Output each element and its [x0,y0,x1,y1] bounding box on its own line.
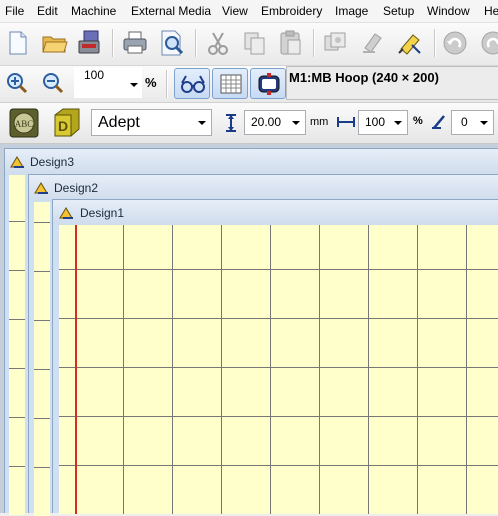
print-icon[interactable] [121,30,149,56]
menu-edit[interactable]: Edit [37,4,58,18]
select-icon[interactable] [396,29,424,57]
size-combo[interactable]: 20.00 [244,110,306,135]
design2-titlebar[interactable]: Design2 [29,175,498,201]
menu-external-media[interactable]: External Media [131,4,211,18]
font-select[interactable]: Adept [91,109,212,136]
hoop-edge-line [75,225,77,514]
menu-machine[interactable]: Machine [71,4,116,18]
monogram-icon[interactable]: ABC [9,108,39,138]
size-value: 20.00 [251,115,282,129]
design-doc-icon [59,207,73,219]
menu-file[interactable]: File [5,4,24,18]
zoom-unit: % [145,75,157,90]
menu-view[interactable]: View [222,4,248,18]
zoom-out-icon[interactable] [41,71,65,95]
grid-button[interactable] [212,68,248,99]
font-dropdown-arrow[interactable] [198,120,206,125]
design-doc-icon [34,182,48,194]
design-doc-icon [10,156,24,168]
design1-titlebar[interactable]: Design1 [53,200,498,225]
design3-title: Design3 [30,155,75,169]
menu-image[interactable]: Image [335,4,368,18]
menu-bar: File Edit Machine External Media View Em… [0,0,498,23]
hoop-icon [258,73,280,95]
hoop-label: M1:MB Hoop (240 × 200) [289,70,439,85]
open-icon[interactable] [41,31,69,55]
copy-icon [244,32,265,55]
paste-icon [280,30,301,55]
slant-combo[interactable]: 0 [451,110,494,135]
save-icon[interactable] [75,29,103,57]
text-toolbar: ABC D Adept 20.00 mm 100 % 0 [0,103,498,144]
main-toolbar [0,23,498,66]
width-unit: % [413,115,423,127]
width-dropdown-arrow[interactable] [394,120,402,125]
size-unit: mm [310,116,329,128]
print-preview-icon[interactable] [158,29,186,57]
menu-help[interactable]: He [484,4,498,18]
design1-window[interactable]: Design1 [52,199,498,514]
new-icon[interactable] [7,30,29,56]
design2-title: Design2 [54,181,99,195]
3d-letter-icon[interactable]: D [52,107,82,139]
size-dropdown-arrow[interactable] [292,120,300,125]
undo-icon [443,31,467,55]
realistic-view-icon [181,75,205,93]
height-icon [226,114,236,132]
hoop-button[interactable] [250,68,286,99]
hoop-selector[interactable]: M1:MB Hoop (240 × 200) [286,66,498,100]
menu-setup[interactable]: Setup [383,4,414,18]
zoom-value: 100 [84,68,105,82]
document-area: Design3 Design2 Design1 [0,144,498,516]
design1-title: Design1 [80,206,125,220]
width-combo[interactable]: 100 [358,110,408,135]
slant-dropdown-arrow[interactable] [480,120,488,125]
slant-icon [432,115,445,129]
realistic-view-button[interactable] [174,68,210,99]
grid-icon [220,74,242,94]
design3-titlebar[interactable]: Design3 [5,149,498,175]
design1-canvas[interactable] [59,225,498,514]
font-value: Adept [98,114,140,131]
duplicate-icon [324,32,346,51]
menu-window[interactable]: Window [427,4,470,18]
design2-canvas[interactable] [34,202,50,516]
zoom-dropdown-arrow[interactable] [130,82,138,87]
cut-icon [208,32,228,55]
zoom-in-icon[interactable] [5,71,29,95]
menu-embroidery[interactable]: Embroidery [261,4,322,18]
slant-value: 0 [461,115,468,129]
design3-canvas[interactable] [9,175,25,515]
zoom-combo[interactable]: 100 [74,67,142,98]
width-icon [337,117,355,127]
svg-text:ABC: ABC [15,119,34,129]
svg-text:D: D [58,118,68,134]
redo-icon [481,31,498,55]
delete-icon [363,33,382,53]
width-value: 100 [365,115,386,129]
